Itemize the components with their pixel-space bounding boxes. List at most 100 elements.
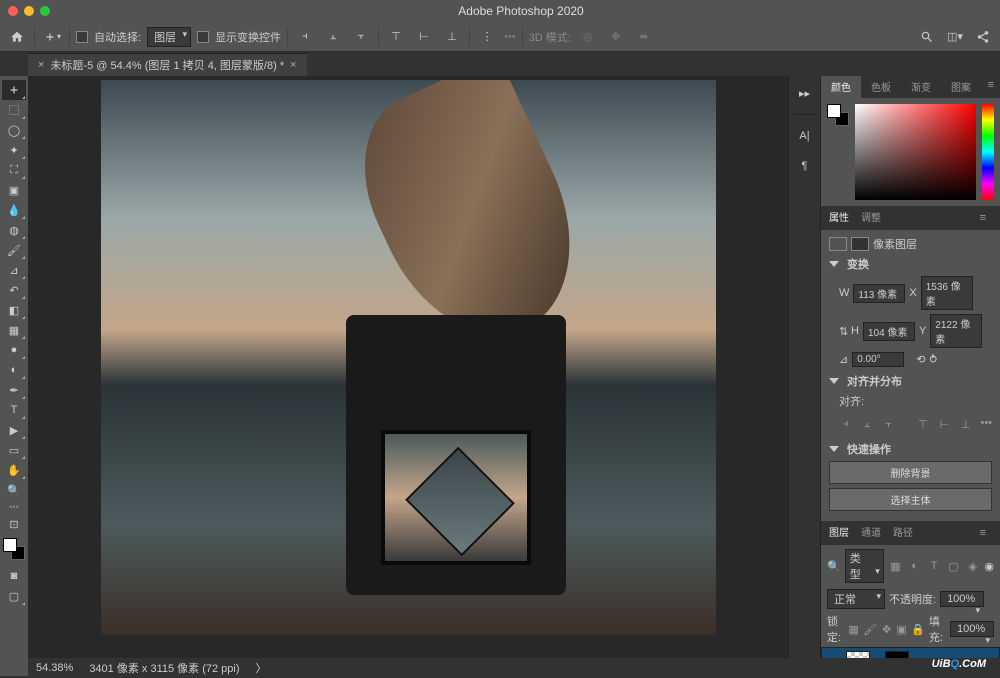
color-swatches[interactable] xyxy=(3,538,25,560)
screen-mode-tool[interactable]: ▢ xyxy=(2,586,26,606)
align-top-icon[interactable]: ⊤ xyxy=(916,417,929,431)
tab-adjustments[interactable]: 调整 xyxy=(861,209,881,227)
opacity-input[interactable]: 100% xyxy=(940,591,984,607)
move-tool[interactable] xyxy=(2,80,26,100)
align-center-icon[interactable]: ⫠ xyxy=(860,417,873,431)
search-icon[interactable] xyxy=(916,26,938,48)
select-subject-button[interactable]: 选择主体 xyxy=(829,488,992,511)
move-tool-icon[interactable]: ▾ xyxy=(41,26,63,48)
align-middle-icon[interactable]: ⊢ xyxy=(413,26,435,48)
align-right-icon[interactable]: ⫟ xyxy=(350,26,372,48)
filter-shape-icon[interactable]: ▢ xyxy=(946,559,961,573)
quick-actions-section[interactable]: 快速操作 xyxy=(847,441,891,457)
dodge-tool[interactable]: ◐ xyxy=(2,360,26,380)
angle-input[interactable]: 0.00° xyxy=(852,352,904,367)
3d-pan-icon[interactable]: ✥ xyxy=(605,26,627,48)
3d-orbit-icon[interactable]: ◎ xyxy=(577,26,599,48)
paragraph-panel-icon[interactable]: ¶ xyxy=(794,155,816,177)
lock-position-icon[interactable]: ✥ xyxy=(881,622,892,636)
tab-properties[interactable]: 属性 xyxy=(829,209,849,227)
show-transform-checkbox[interactable] xyxy=(197,31,209,43)
filter-pixel-icon[interactable]: ▦ xyxy=(888,559,903,573)
zoom-tool[interactable]: 🔍 xyxy=(2,480,26,500)
align-center-h-icon[interactable]: ⫠ xyxy=(322,26,344,48)
color-picker[interactable] xyxy=(855,104,976,200)
tab-channels[interactable]: 通道 xyxy=(861,524,881,542)
crop-tool[interactable]: ⛶ xyxy=(2,160,26,180)
align-left-icon[interactable]: ⫞ xyxy=(839,417,852,431)
align-section[interactable]: 对齐并分布 xyxy=(847,373,902,389)
fill-input[interactable]: 100% xyxy=(950,621,994,637)
align-bot-icon[interactable]: ⊥ xyxy=(959,417,972,431)
home-icon[interactable] xyxy=(6,26,28,48)
dock-expand-icon[interactable]: ▸▸ xyxy=(794,82,816,104)
frame-tool[interactable]: ▣ xyxy=(2,180,26,200)
gradient-tool[interactable]: ▦ xyxy=(2,320,26,340)
align-left-icon[interactable]: ⫞ xyxy=(294,26,316,48)
foreground-color[interactable] xyxy=(3,538,17,552)
edit-toolbar[interactable]: ⊡ xyxy=(2,514,26,534)
quickmask-tool[interactable]: ◙ xyxy=(2,566,26,586)
align-top-icon[interactable]: ⊤ xyxy=(385,26,407,48)
pen-tool[interactable]: ✒ xyxy=(2,380,26,400)
brush-tool[interactable]: 🖌 xyxy=(2,240,26,260)
lock-transparent-icon[interactable]: ▦ xyxy=(848,622,859,636)
share-icon[interactable] xyxy=(972,26,994,48)
filter-smart-icon[interactable]: ◈ xyxy=(965,559,980,573)
character-panel-icon[interactable]: A| xyxy=(794,125,816,147)
auto-select-checkbox[interactable] xyxy=(76,31,88,43)
width-input[interactable]: 113 像素 xyxy=(853,284,905,303)
eraser-tool[interactable]: ◧ xyxy=(2,300,26,320)
mini-swatches[interactable] xyxy=(827,104,849,126)
3d-slide-icon[interactable]: ⬌ xyxy=(633,26,655,48)
distribute-icon[interactable]: ⋮ xyxy=(476,26,498,48)
tab-paths[interactable]: 路径 xyxy=(893,524,913,542)
lock-all-icon[interactable]: 🔒 xyxy=(911,622,925,636)
type-tool[interactable]: T xyxy=(2,400,26,420)
workspace-icon[interactable]: ◫▾ xyxy=(944,26,966,48)
x-input[interactable]: 1536 像素 xyxy=(921,276,973,310)
panel-menu-icon[interactable]: ≡ xyxy=(982,76,1000,98)
y-input[interactable]: 2122 像素 xyxy=(930,314,982,348)
close-window[interactable] xyxy=(8,6,18,16)
filter-adjust-icon[interactable]: ◐ xyxy=(907,559,922,573)
panel-menu-icon[interactable]: ≡ xyxy=(974,524,992,542)
filter-type-icon[interactable]: T xyxy=(926,559,941,573)
hue-slider[interactable] xyxy=(982,104,994,200)
auto-select-dropdown[interactable]: 图层 xyxy=(147,27,191,47)
healing-tool[interactable]: ◍ xyxy=(2,220,26,240)
lock-image-icon[interactable]: 🖌 xyxy=(863,622,877,636)
document-canvas[interactable] xyxy=(101,80,716,635)
blur-tool[interactable]: ● xyxy=(2,340,26,360)
align-right-icon[interactable]: ⫟ xyxy=(882,417,895,431)
doc-info[interactable]: 3401 像素 x 3115 像素 (72 ppi) xyxy=(89,660,239,676)
maximize-window[interactable] xyxy=(40,6,50,16)
height-input[interactable]: 104 像素 xyxy=(863,322,915,341)
history-brush-tool[interactable]: ↶ xyxy=(2,280,26,300)
filter-kind-dropdown[interactable]: 类型 xyxy=(845,549,884,583)
tab-layers[interactable]: 图层 xyxy=(829,524,849,542)
document-tab[interactable]: × 未标题-5 @ 54.4% (图层 1 拷贝 4, 图层蒙版/8) * × xyxy=(28,53,307,76)
tab-swatches[interactable]: 色板 xyxy=(861,76,901,98)
lock-artboard-icon[interactable]: ▣ xyxy=(896,622,907,636)
minimize-window[interactable] xyxy=(24,6,34,16)
path-select-tool[interactable]: ▶ xyxy=(2,420,26,440)
zoom-level[interactable]: 54.38% xyxy=(36,662,73,674)
marquee-tool[interactable] xyxy=(2,100,26,120)
transform-section[interactable]: 变换 xyxy=(847,256,869,272)
align-bottom-icon[interactable]: ⊥ xyxy=(441,26,463,48)
canvas-area[interactable] xyxy=(28,76,788,676)
tab-gradients[interactable]: 渐变 xyxy=(901,76,941,98)
blend-mode-dropdown[interactable]: 正常 xyxy=(827,589,885,609)
align-mid-icon[interactable]: ⊢ xyxy=(938,417,951,431)
stamp-tool[interactable]: ⊿ xyxy=(2,260,26,280)
eyedropper-tool[interactable]: 💧 xyxy=(2,200,26,220)
hand-tool[interactable]: ✋ xyxy=(2,460,26,480)
shape-tool[interactable]: ▭ xyxy=(2,440,26,460)
lasso-tool[interactable]: ◯ xyxy=(2,120,26,140)
remove-bg-button[interactable]: 删除背景 xyxy=(829,461,992,484)
quick-select-tool[interactable]: ✦ xyxy=(2,140,26,160)
close-tab-icon[interactable]: × xyxy=(290,59,296,71)
tab-patterns[interactable]: 图案 xyxy=(941,76,981,98)
panel-menu-icon[interactable]: ≡ xyxy=(974,209,992,227)
